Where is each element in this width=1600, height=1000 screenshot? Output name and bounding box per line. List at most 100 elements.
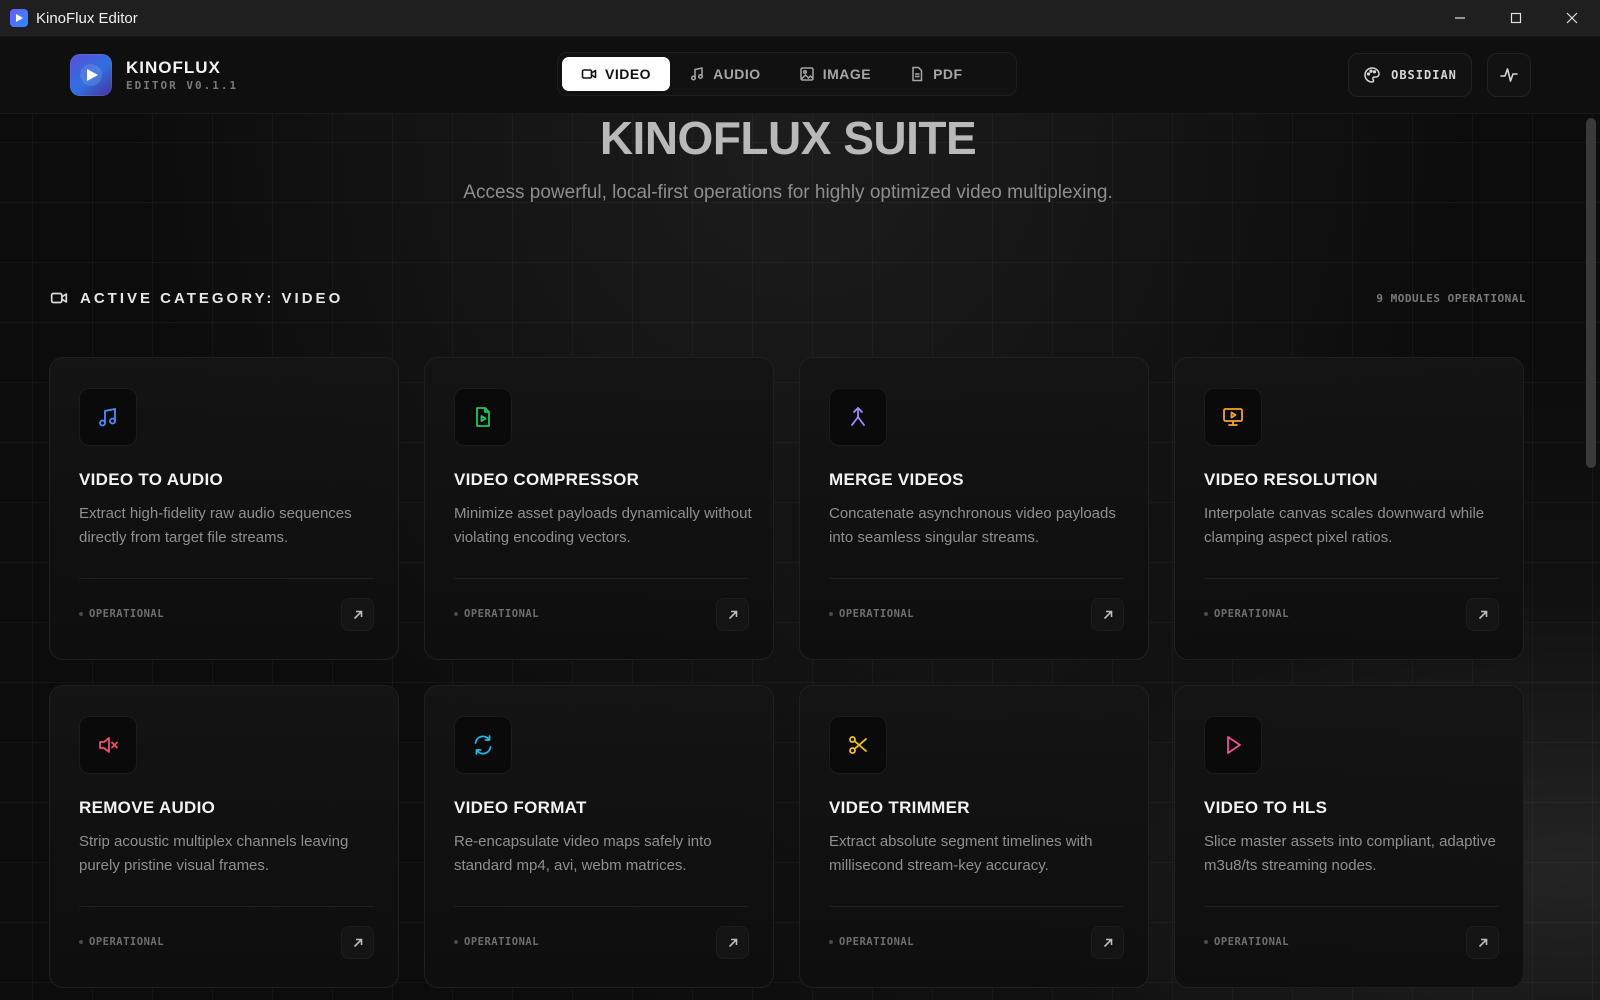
arrow-up-right-icon: [353, 610, 362, 619]
card-divider: [829, 906, 1124, 907]
status-dot: [1204, 612, 1208, 616]
app-header: KINOFLUX EDITOR V0.1.1 VIDEO AUDIO IMAGE: [0, 37, 1600, 114]
card-divider: [829, 578, 1124, 579]
card-description: Concatenate asynchronous video payloads …: [829, 505, 1116, 546]
module-card-video-to-audio[interactable]: VIDEO TO AUDIO Extract high-fidelity raw…: [49, 357, 399, 660]
card-title: VIDEO RESOLUTION: [1204, 470, 1378, 489]
card-description: Re-encapsulate video maps safely into st…: [454, 833, 712, 874]
tab-label: VIDEO: [605, 66, 652, 82]
arrow-up-right-icon: [1103, 938, 1112, 947]
merge-icon: [829, 388, 887, 446]
arrow-up-right-icon: [353, 938, 362, 947]
status-label: OPERATIONAL: [839, 608, 915, 620]
open-module-button[interactable]: [341, 926, 374, 959]
tab-audio[interactable]: AUDIO: [670, 57, 780, 91]
status-label: OPERATIONAL: [464, 608, 540, 620]
open-module-button[interactable]: [1466, 926, 1499, 959]
app-icon: [10, 9, 28, 27]
status-label: OPERATIONAL: [1214, 608, 1290, 620]
arrow-up-right-icon: [728, 610, 737, 619]
module-card-remove-audio[interactable]: REMOVE AUDIO Strip acoustic multiplex ch…: [49, 685, 399, 988]
scrollbar-thumb[interactable]: [1586, 118, 1596, 468]
module-card-video-compressor[interactable]: VIDEO COMPRESSOR Minimize asset payloads…: [424, 357, 774, 660]
minimize-icon[interactable]: [1432, 0, 1488, 37]
music-note-icon: [691, 67, 704, 81]
brand[interactable]: KINOFLUX EDITOR V0.1.1: [70, 54, 238, 96]
status-dot: [79, 612, 83, 616]
theme-switch-button[interactable]: OBSIDIAN: [1348, 53, 1472, 97]
module-grid: VIDEO TO AUDIO Extract high-fidelity raw…: [49, 357, 1527, 988]
play-icon: [1204, 716, 1262, 774]
activity-button[interactable]: [1487, 53, 1531, 97]
card-description: Minimize asset payloads dynamically with…: [454, 505, 752, 546]
status-dot: [829, 612, 833, 616]
maximize-icon[interactable]: [1488, 0, 1544, 37]
refresh-icon: [454, 716, 512, 774]
section-title: ACTIVE CATEGORY: VIDEO: [80, 289, 344, 307]
brand-version: EDITOR V0.1.1: [126, 78, 239, 92]
module-card-video-trimmer[interactable]: VIDEO TRIMMER Extract absolute segment t…: [799, 685, 1149, 988]
window-title: KinoFlux Editor: [36, 9, 138, 27]
tab-label: PDF: [933, 66, 963, 82]
scissors-icon: [829, 716, 887, 774]
card-title: REMOVE AUDIO: [79, 798, 216, 817]
status-dot: [1204, 940, 1208, 944]
status-badge: OPERATIONAL: [829, 936, 914, 948]
arrow-up-right-icon: [728, 938, 737, 947]
card-divider: [454, 906, 749, 907]
status-badge: OPERATIONAL: [829, 608, 914, 620]
tab-label: IMAGE: [822, 66, 872, 82]
card-title: VIDEO TO HLS: [1204, 798, 1328, 817]
module-card-merge-videos[interactable]: MERGE VIDEOS Concatenate asynchronous vi…: [799, 357, 1149, 660]
card-title: VIDEO COMPRESSOR: [454, 470, 640, 489]
tab-label: AUDIO: [713, 66, 761, 82]
module-card-video-resolution[interactable]: VIDEO RESOLUTION Interpolate canvas scal…: [1174, 357, 1524, 660]
image-icon: [799, 67, 814, 81]
arrow-up-right-icon: [1478, 610, 1487, 619]
close-icon[interactable]: [1544, 0, 1600, 37]
card-title: VIDEO TRIMMER: [829, 798, 970, 817]
status-dot: [454, 940, 458, 944]
status-label: OPERATIONAL: [1214, 936, 1290, 948]
open-module-button[interactable]: [1091, 598, 1124, 631]
status-badge: OPERATIONAL: [454, 608, 539, 620]
hero-title: KINOFLUX SUITE: [599, 114, 977, 164]
card-divider: [1204, 578, 1499, 579]
open-module-button[interactable]: [1091, 926, 1124, 959]
module-card-video-format[interactable]: VIDEO FORMAT Re-encapsulate video maps s…: [424, 685, 774, 988]
brand-name: KINOFLUX: [126, 57, 221, 77]
window-titlebar: KinoFlux Editor: [0, 0, 1600, 37]
theme-label: OBSIDIAN: [1391, 68, 1457, 82]
tab-video[interactable]: VIDEO: [562, 57, 671, 91]
status-label: OPERATIONAL: [89, 936, 165, 948]
volume-mute-icon: [79, 716, 137, 774]
video-camera-icon: [581, 69, 597, 79]
card-description: Slice master assets into compliant, adap…: [1204, 833, 1496, 874]
hero-subtitle: Access powerful, local-first operations …: [463, 182, 1113, 203]
card-description: Extract high-fidelity raw audio sequence…: [79, 505, 352, 546]
open-module-button[interactable]: [716, 598, 749, 631]
card-divider: [454, 578, 749, 579]
tab-image[interactable]: IMAGE: [780, 57, 890, 91]
status-badge: OPERATIONAL: [1204, 936, 1289, 948]
status-label: OPERATIONAL: [839, 936, 915, 948]
card-divider: [79, 906, 374, 907]
modules-count: 9 MODULES OPERATIONAL: [1376, 291, 1526, 305]
monitor-play-icon: [1204, 388, 1262, 446]
open-module-button[interactable]: [341, 598, 374, 631]
section-header: ACTIVE CATEGORY: VIDEO 9 MODULES OPERATI…: [50, 286, 1526, 310]
status-dot: [454, 612, 458, 616]
module-card-video-to-hls[interactable]: VIDEO TO HLS Slice master assets into co…: [1174, 685, 1524, 988]
arrow-up-right-icon: [1103, 610, 1112, 619]
status-badge: OPERATIONAL: [1204, 608, 1289, 620]
open-module-button[interactable]: [1466, 598, 1499, 631]
pulse-icon: [1500, 68, 1518, 82]
open-module-button[interactable]: [716, 926, 749, 959]
music-note-icon: [79, 388, 137, 446]
status-badge: OPERATIONAL: [79, 936, 164, 948]
card-title: VIDEO TO AUDIO: [79, 470, 223, 489]
card-divider: [79, 578, 374, 579]
card-description: Extract absolute segment timelines with …: [829, 833, 1093, 874]
card-title: VIDEO FORMAT: [454, 798, 587, 817]
tab-pdf[interactable]: PDF: [890, 57, 982, 91]
